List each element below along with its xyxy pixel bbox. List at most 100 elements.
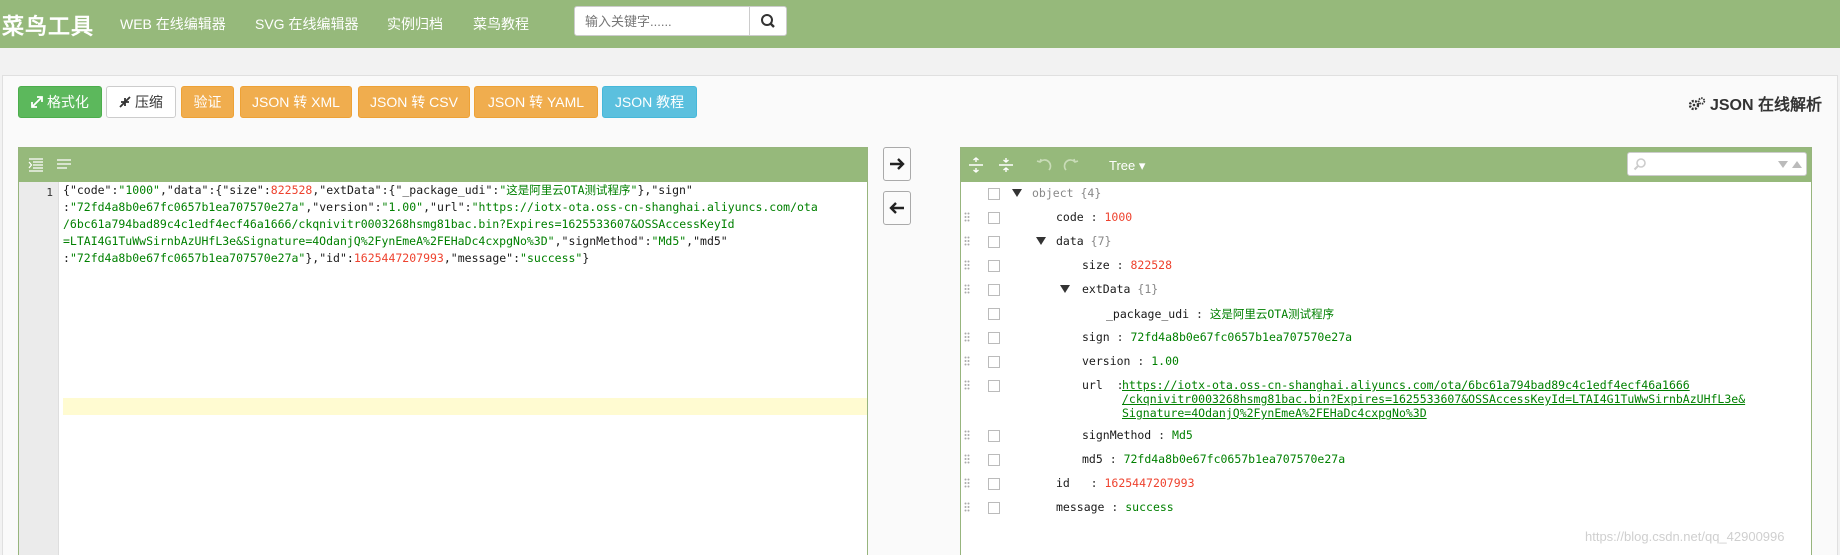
code-token: : [644,234,652,248]
code-token: "data" [166,183,209,197]
undo-icon[interactable] [1036,158,1052,172]
json-tutorial-button[interactable]: JSON 教程 [602,86,697,118]
compress-button[interactable]: 压缩 [106,86,176,118]
field-value: 822528 [1130,258,1173,272]
active-line-highlight [63,398,867,415]
nav-link-tutorial[interactable]: 菜鸟教程 [473,14,529,34]
expand-triangle-icon[interactable] [1060,285,1070,294]
code-token: "sign" [651,183,693,197]
code-token: /6bc61a794bad89c4c1edf4ecf46a1666/ckqniv… [63,217,735,231]
tree-node-data: data {7} [1056,234,1111,248]
row-checkbox[interactable] [988,380,1000,392]
tree-mode-dropdown[interactable]: Tree ▾ [1109,158,1145,174]
row-checkbox[interactable] [988,308,1000,320]
code-token: "extData" [319,183,382,197]
tree-node-md5: md5 : 72fd4a8b0e67fc0657b1ea707570e27a [1082,452,1346,466]
code-token: 1625447207993 [353,251,444,265]
field-key: url [1082,378,1103,392]
row-checkbox[interactable] [988,236,1000,248]
search-icon [1633,158,1646,171]
code-editor[interactable]: 1 {"code":"1000","data":{"size":822528,"… [18,147,868,555]
drag-handle-icon[interactable] [964,478,970,488]
brand-logo[interactable]: 菜鸟工具 [2,9,94,41]
url-line[interactable]: /ckqnivitr0003268hsmg81bac.bin?Expires=1… [1122,392,1745,406]
drag-handle-icon[interactable] [964,284,970,294]
watermark: https://blog.csdn.net/qq_42900996 [1585,529,1785,544]
code-token: }, [637,183,652,197]
drag-handle-icon[interactable] [964,212,970,222]
code-token: "_package_udi" [395,183,493,197]
json-to-xml-button[interactable]: JSON 转 XML [240,86,352,118]
json-to-yaml-button[interactable]: JSON 转 YAML [474,86,598,118]
search-icon [761,14,775,28]
arrow-left-icon [889,202,904,214]
row-checkbox[interactable] [988,212,1000,224]
code-line[interactable]: {"code":"1000","data":{"size":822528,"ex… [63,182,867,199]
row-checkbox[interactable] [988,430,1000,442]
drag-handle-icon[interactable] [964,430,970,440]
row-checkbox[interactable] [988,502,1000,514]
tree-search-box[interactable] [1627,152,1807,176]
expand-triangle-icon[interactable] [1012,189,1022,198]
code-token: :{ [381,183,396,197]
redo-icon[interactable] [1063,158,1079,172]
drag-handle-icon[interactable] [964,380,970,390]
code-line[interactable]: :"72fd4a8b0e67fc0657b1ea707570e27a"},"id… [63,250,867,267]
code-token: , [554,234,562,248]
nav-link-examples[interactable]: 实例归档 [387,14,443,34]
code-token: : [263,183,271,197]
compact-lines-icon[interactable] [56,158,72,172]
editor-code-area[interactable]: {"code":"1000","data":{"size":822528,"ex… [63,182,867,267]
field-value: 这是阿里云OTA测试程序 [1209,307,1335,321]
code-token: "72fd4a8b0e67fc0657b1ea707570e27a" [69,251,306,265]
code-line[interactable]: /6bc61a794bad89c4c1edf4ecf46a1666/ckqniv… [63,216,867,233]
search-prev-icon[interactable] [1792,160,1802,168]
format-button[interactable]: 格式化 [18,86,102,118]
url-line[interactable]: https://iotx-ota.oss-cn-shanghai.aliyunc… [1122,378,1745,392]
row-checkbox[interactable] [988,356,1000,368]
url-value[interactable]: https://iotx-ota.oss-cn-shanghai.aliyunc… [1122,378,1745,420]
validate-button[interactable]: 验证 [181,86,234,118]
url-line[interactable]: Signature=4OdanjQ%2FynEmeA%2FEHaDc4cxpgN… [1122,406,1745,420]
row-checkbox[interactable] [988,454,1000,466]
field-value: success [1125,500,1174,514]
nav-link-web-editor[interactable]: WEB 在线编辑器 [120,14,226,34]
code-token: : [346,251,354,265]
code-line[interactable]: =LTAI4G1TuWwSirnbAzUHfL3e&Signature=4Oda… [63,233,867,250]
expand-triangle-icon[interactable] [1036,237,1046,246]
row-checkbox[interactable] [988,478,1000,490]
page-title: JSON 在线解析 [1688,91,1822,115]
nav-link-svg-editor[interactable]: SVG 在线编辑器 [255,14,358,34]
drag-handle-icon[interactable] [964,502,970,512]
field-key: data [1056,234,1084,248]
json-to-csv-button[interactable]: JSON 转 CSV [358,86,470,118]
search-button[interactable] [749,6,787,36]
expand-all-icon[interactable] [968,157,984,173]
code-token: : [464,200,472,214]
drag-handle-icon[interactable] [964,332,970,342]
search-next-icon[interactable] [1778,161,1788,169]
code-line[interactable]: :"72fd4a8b0e67fc0657b1ea707570e27a","ver… [63,199,867,216]
to-right-button[interactable] [883,147,911,181]
row-checkbox[interactable] [988,284,1000,296]
row-checkbox[interactable] [988,260,1000,272]
drag-handle-icon[interactable] [964,454,970,464]
top-nav: 菜鸟工具 WEB 在线编辑器 SVG 在线编辑器 实例归档 菜鸟教程 [0,0,1840,48]
code-token: "size" [222,183,264,197]
drag-handle-icon[interactable] [964,356,970,366]
drag-handle-icon[interactable] [964,236,970,246]
collapse-all-icon[interactable] [998,157,1014,173]
code-token: , [423,200,431,214]
compress-arrows-icon [119,96,131,108]
to-left-button[interactable] [883,191,911,225]
drag-handle-icon[interactable] [964,260,970,270]
format-indent-icon[interactable] [28,158,44,172]
code-token: "id" [319,251,347,265]
gears-icon [1688,97,1705,111]
search-input[interactable] [574,6,750,36]
tree-view: Tree ▾ [960,147,1812,555]
field-key: message [1056,500,1105,514]
row-checkbox[interactable] [988,188,1000,200]
root-label: object [1032,186,1074,200]
row-checkbox[interactable] [988,332,1000,344]
